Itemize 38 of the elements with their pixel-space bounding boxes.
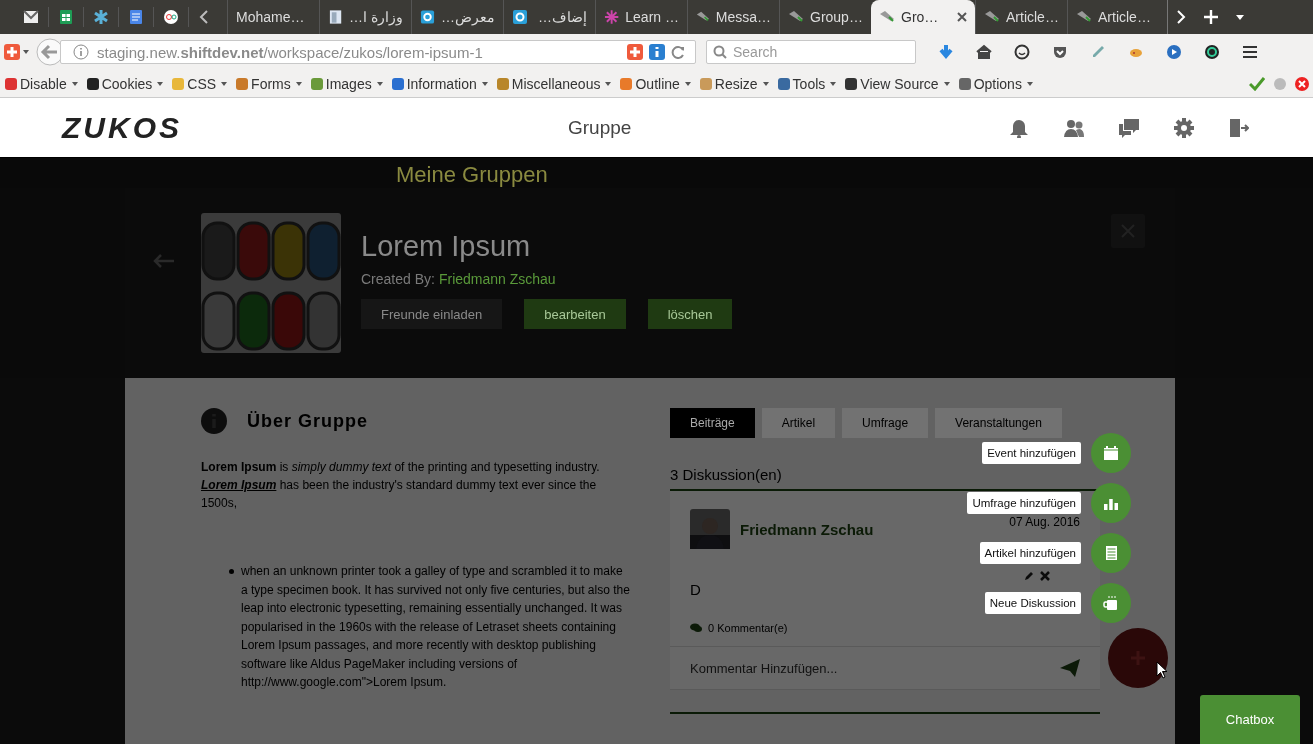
post-date: 07 Aug. 2016 (1009, 515, 1080, 529)
created-by-label: Created By: (361, 271, 435, 287)
creator-link[interactable]: Friedmann Zschau (438, 271, 556, 287)
group-action-button[interactable]: bearbeiten (524, 299, 626, 329)
bullet-text: when an unknown printer took a galley of type and scrambled it to make a type specimen book. It has survived not only five centuries, but also the leap into electronic typesetting, remaining essentially unchanged. It was popularised in the 1960s with the release of Letraset sheets containing Lorem Ipsum passages, and more recently with desktop publishing software like Aldus PageMaker including versions of http://www.google.com">Lorem Ipsum. (241, 563, 631, 691)
toolbar-menu[interactable]: Forms (235, 75, 302, 92)
chat-button[interactable]: Chatbox (1200, 695, 1300, 744)
logo[interactable]: ZUKOS (62, 110, 210, 145)
feed-tab[interactable]: Umfrage (842, 408, 929, 438)
browser-tab[interactable]: Gro… (871, 0, 975, 34)
group-action-button[interactable]: Freunde einladen (361, 299, 503, 329)
toolbar-menu[interactable]: Images (309, 75, 383, 92)
toolbar-menu[interactable]: Outline (619, 75, 691, 92)
description-text: Lorem Ipsum is simply dummy text of the printing and typesetting industry. Lorem Ipsum has been the industry's standard dummy text ever since the 1500s, (201, 459, 601, 512)
feed-tab[interactable]: Artikel (761, 408, 836, 438)
group-action-button[interactable]: löschen (647, 299, 733, 329)
page-title: Gruppe (568, 116, 633, 139)
section-heading: Meine Gruppen (396, 161, 549, 188)
tooltip-label: Umfrage hinzufügen (967, 492, 1081, 514)
toolbar-menu[interactable]: View Source (844, 75, 950, 92)
section-heading: Über Gruppe (247, 410, 368, 432)
feed-tab[interactable]: Beiträge (670, 408, 755, 438)
toolbar-menu[interactable]: Options (957, 75, 1033, 92)
toolbar-menu[interactable]: Cookies (85, 75, 164, 92)
toolbar-menu[interactable]: Information (390, 75, 488, 92)
toolbar-menu[interactable]: Resize (698, 75, 769, 92)
group-title: Lorem Ipsum (361, 230, 532, 263)
address-bar[interactable]: staging.new.shiftdev.net/workspace/zukos/lorem-ipsum-1 (60, 40, 696, 64)
toolbar-menu[interactable]: CSS (171, 75, 228, 92)
tooltip-label: Neue Diskussion (984, 592, 1081, 614)
toolbar-menu[interactable]: Tools (776, 75, 837, 92)
tooltip-label: Artikel hinzufügen (979, 542, 1081, 564)
toolbar-menu[interactable]: Miscellaneous (495, 75, 612, 92)
feed-tab[interactable]: Veranstaltungen (935, 408, 1062, 438)
comments-link[interactable]: 0 Kommentar(e) (690, 622, 1080, 646)
toolbar-menu[interactable]: Disable (4, 75, 78, 92)
post-text: D (690, 581, 702, 598)
tooltip-label: Event hinzufügen (982, 442, 1081, 464)
